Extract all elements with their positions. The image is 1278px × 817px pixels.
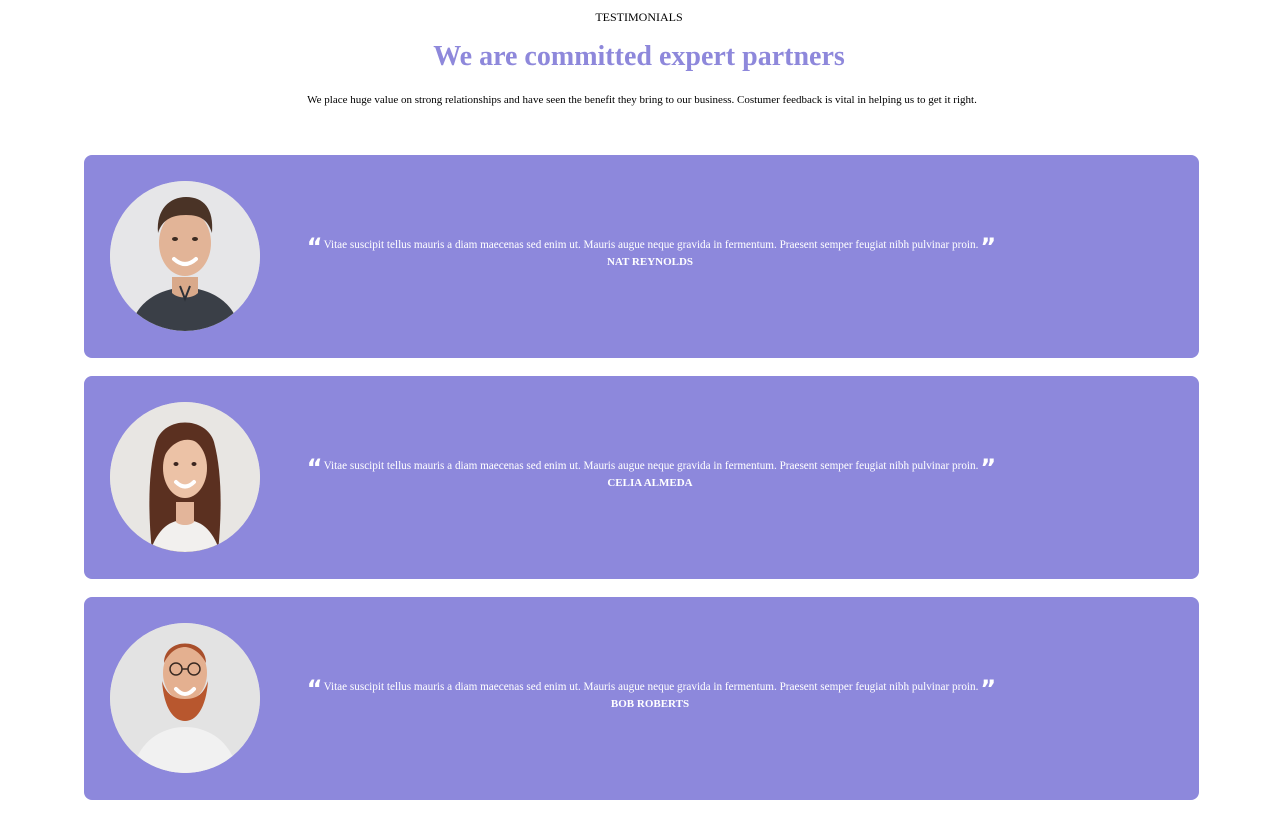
testimonial-quote-block: “Vitae suscipit tellus mauris a diam mae… — [277, 675, 1023, 712]
avatar — [110, 181, 260, 331]
open-quote-icon: “ — [306, 233, 323, 261]
close-quote-icon: ” — [980, 233, 996, 261]
avatar — [110, 623, 260, 773]
testimonial-author: BOB ROBERTS — [610, 698, 690, 710]
testimonial-author: CELIA ALMEDA — [607, 477, 693, 489]
testimonial-quote-block: “Vitae suscipit tellus mauris a diam mae… — [277, 454, 1023, 491]
open-quote-icon: “ — [306, 454, 323, 482]
testimonial-text: Vitae suscipit tellus mauris a diam maec… — [323, 460, 979, 472]
testimonial-text: Vitae suscipit tellus mauris a diam maec… — [323, 681, 979, 693]
close-quote-icon: ” — [980, 675, 996, 703]
testimonial-author: NAT REYNOLDS — [606, 256, 694, 268]
avatar-photo-woman-long-hair — [110, 402, 260, 552]
avatar — [110, 402, 260, 552]
close-quote-icon: ” — [980, 454, 996, 482]
section-title: We are committed expert partners — [433, 41, 845, 72]
testimonial-quote-block: “Vitae suscipit tellus mauris a diam mae… — [277, 233, 1023, 270]
avatar-photo-man-dark-hair — [110, 181, 260, 331]
testimonial-text: Vitae suscipit tellus mauris a diam maec… — [323, 239, 979, 251]
testimonial-card: “Vitae suscipit tellus mauris a diam mae… — [84, 155, 1199, 358]
open-quote-icon: “ — [306, 675, 323, 703]
section-subtitle: We place huge value on strong relationsh… — [307, 94, 977, 106]
avatar-photo-bearded-man-glasses — [110, 623, 260, 773]
testimonial-card: “Vitae suscipit tellus mauris a diam mae… — [84, 597, 1199, 800]
section-eyebrow: TESTIMONIALS — [595, 10, 683, 24]
testimonial-card: “Vitae suscipit tellus mauris a diam mae… — [84, 376, 1199, 579]
